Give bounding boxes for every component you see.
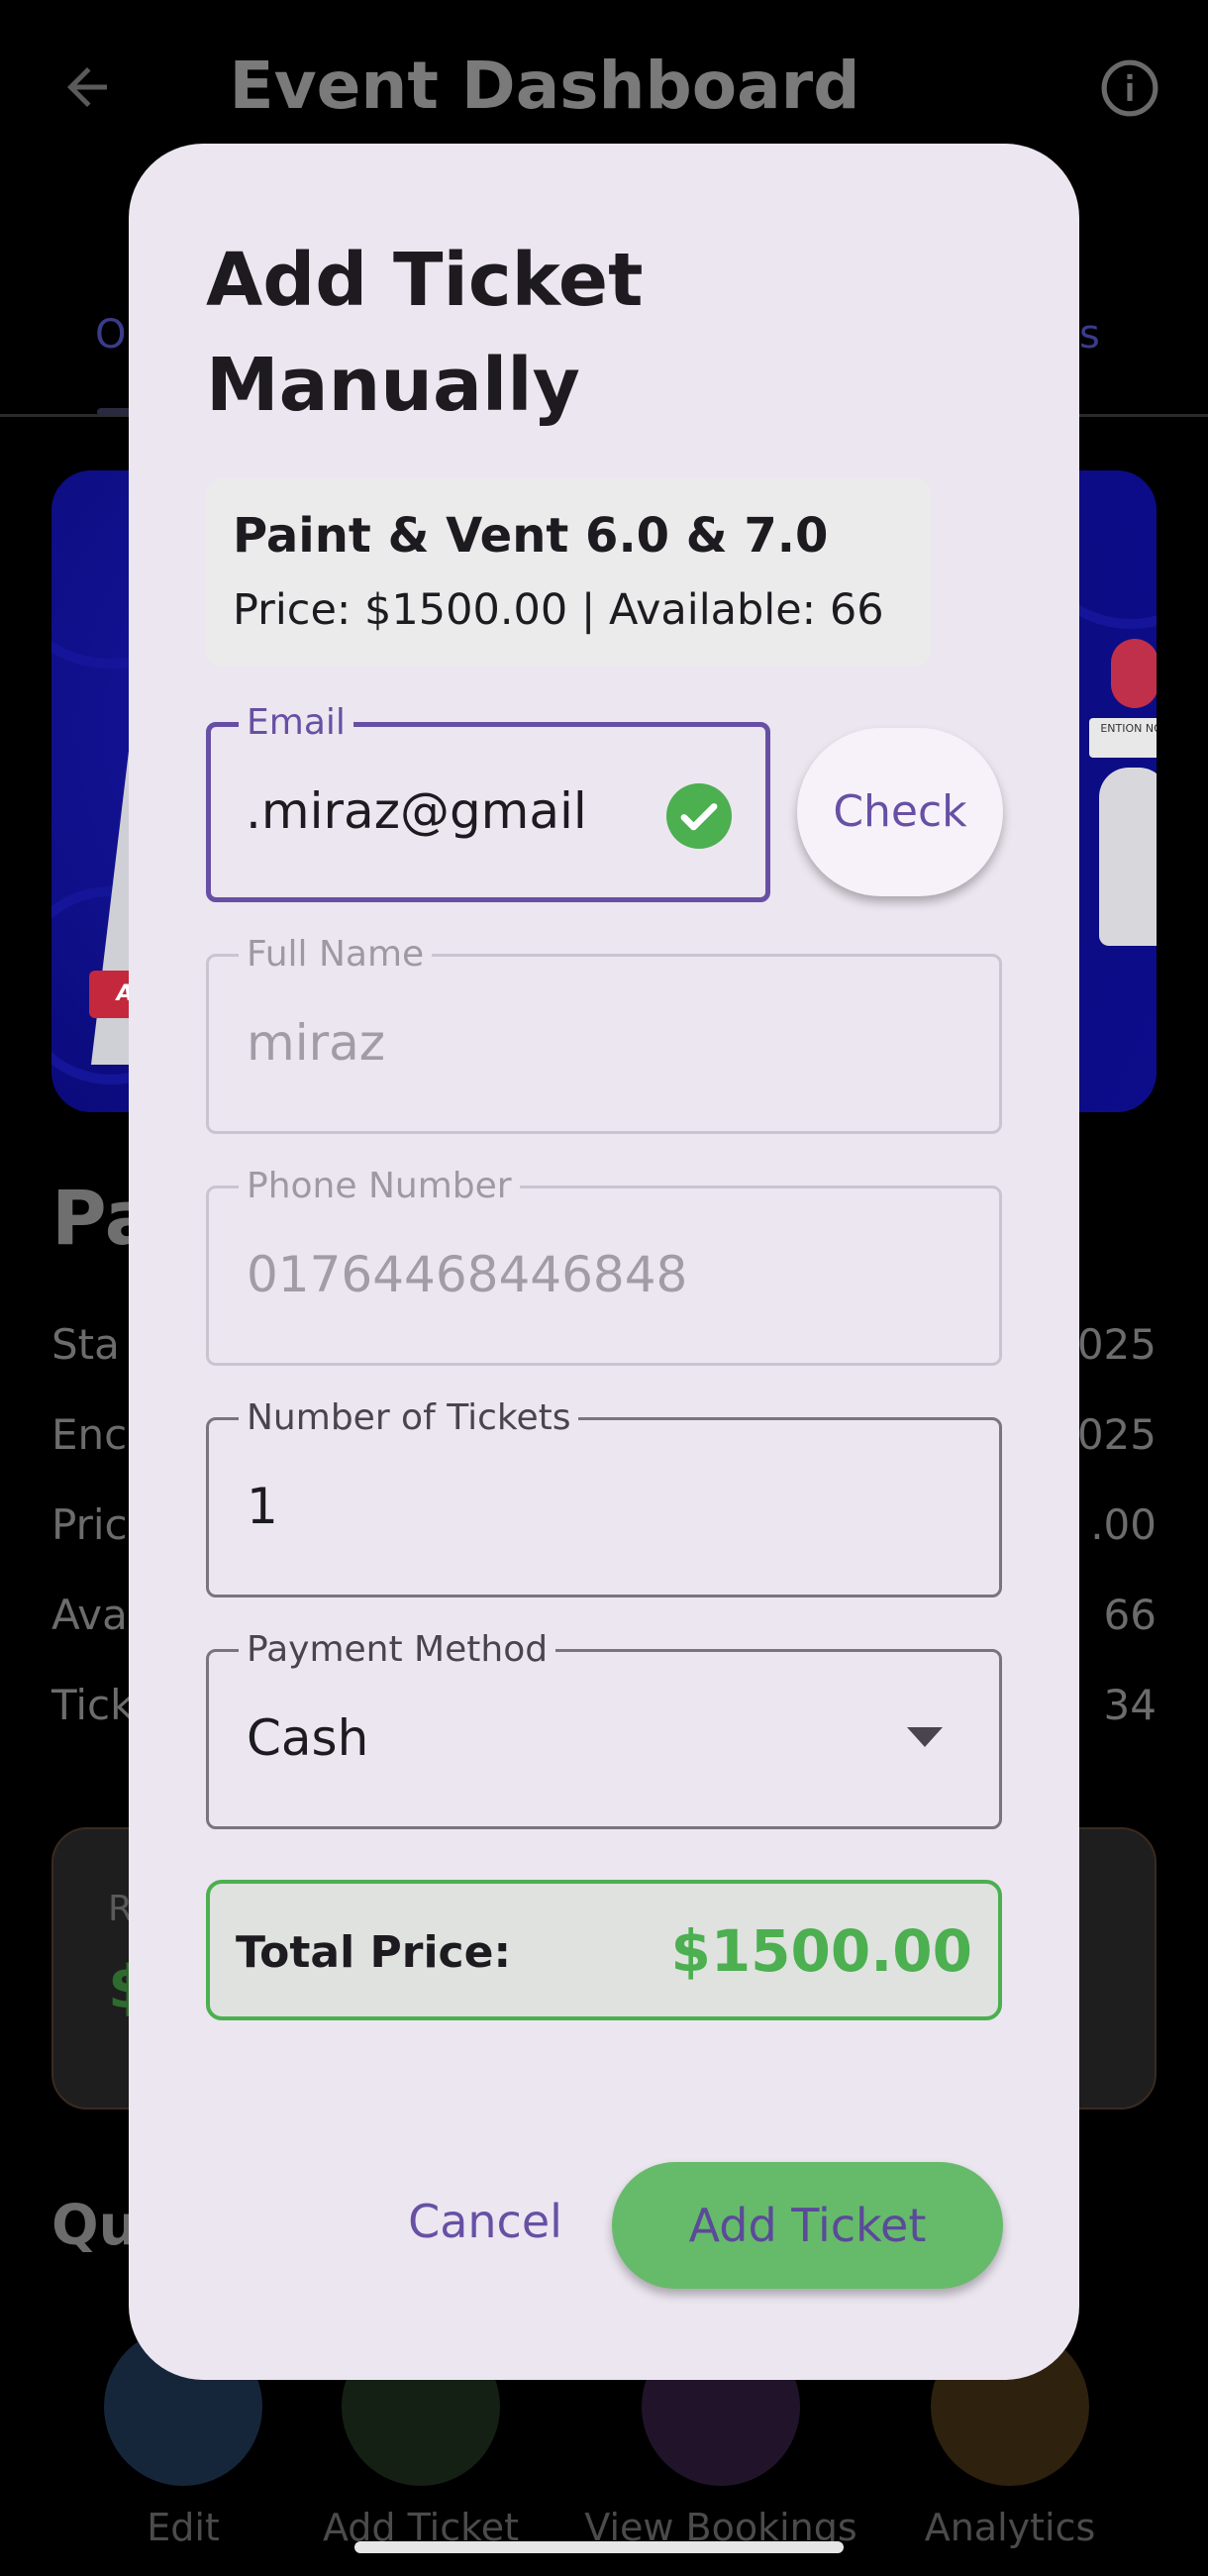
event-name: Paint & Vent 6.0 & 7.0	[233, 508, 829, 564]
full-name-field-value: miraz	[247, 1014, 386, 1072]
number-of-tickets-field-value[interactable]: 1	[247, 1478, 278, 1535]
detail-value: 66	[1103, 1591, 1157, 1639]
total-price-label: Total Price:	[236, 1927, 512, 1978]
add-ticket-button[interactable]: Add Ticket	[612, 2162, 1003, 2289]
number-of-tickets-field-label: Number of Tickets	[239, 1398, 579, 1438]
analytics-action-label: Analytics	[924, 2506, 1096, 2549]
detail-label: Enc	[51, 1410, 128, 1459]
banner-balloon	[1111, 639, 1157, 708]
number-of-tickets-field[interactable]: Number of Tickets 1	[206, 1398, 1002, 1597]
full-name-field[interactable]: Full Name miraz	[206, 935, 1002, 1134]
full-name-field-label: Full Name	[239, 935, 433, 975]
dialog-title: Add Ticket Manually	[206, 238, 644, 428]
tab-overview[interactable]: O	[95, 312, 126, 358]
detail-value: 025	[1076, 1410, 1157, 1459]
email-field-label: Email	[239, 703, 353, 743]
tab-other[interactable]: s	[1079, 312, 1100, 358]
banner-figure-right	[1099, 768, 1157, 946]
app-title: Event Dashboard	[229, 48, 860, 124]
payment-method-field-label: Payment Method	[239, 1630, 556, 1670]
payment-method-value[interactable]: Cash	[247, 1709, 368, 1767]
detail-value: 025	[1076, 1320, 1157, 1369]
phone-number-field-value: 01764468446848	[247, 1246, 688, 1303]
add-ticket-dialog: Add Ticket Manually Paint & Vent 6.0 & 7…	[129, 144, 1079, 2380]
home-indicator	[354, 2541, 844, 2553]
detail-label: Ava	[51, 1591, 128, 1639]
email-field[interactable]: Email miraz@gmail.	[206, 703, 770, 902]
cancel-button[interactable]: Cancel	[352, 2162, 619, 2281]
total-price-value: $1500.00	[670, 1917, 972, 1985]
detail-value: 34	[1103, 1681, 1157, 1729]
detail-value: .00	[1090, 1500, 1157, 1549]
payment-method-select[interactable]: Payment Method Cash	[206, 1630, 1002, 1829]
info-icon[interactable]	[1099, 57, 1160, 119]
check-email-button[interactable]: Check	[797, 728, 1003, 896]
detail-label: Tick	[51, 1681, 135, 1729]
phone-number-field-label: Phone Number	[239, 1167, 520, 1206]
event-price-availability: Price: $1500.00 | Available: 66	[233, 585, 884, 635]
total-price-box: Total Price: $1500.00	[206, 1880, 1002, 2020]
dropdown-arrow-icon[interactable]	[907, 1727, 943, 1747]
detail-label: Sta	[51, 1320, 120, 1369]
detail-label: Pric	[51, 1500, 128, 1549]
event-info-box: Paint & Vent 6.0 & 7.0 Price: $1500.00 |…	[206, 478, 931, 667]
banner-badge: ENTION NORK	[1089, 718, 1157, 758]
email-field-value[interactable]: miraz@gmail.	[246, 782, 632, 840]
phone-number-field[interactable]: Phone Number 01764468446848	[206, 1167, 1002, 1366]
verified-check-icon	[666, 783, 732, 849]
quick-actions-heading: Qu	[51, 2194, 139, 2258]
